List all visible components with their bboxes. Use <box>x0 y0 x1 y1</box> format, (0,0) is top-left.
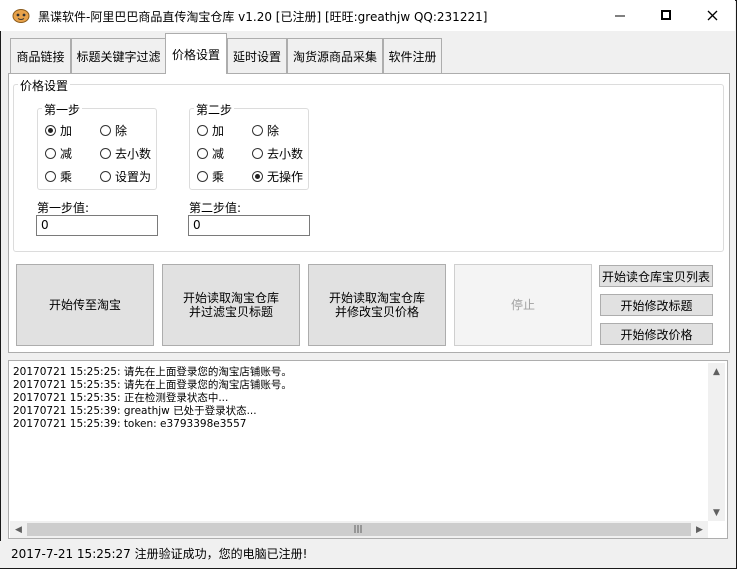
read-and-edit-prices-button[interactable]: 开始读取淘宝仓库 并修改宝贝价格 <box>308 264 446 346</box>
horizontal-scrollbar[interactable]: ◀ ▶ <box>10 521 708 538</box>
radio-label: 无操作 <box>267 170 304 184</box>
radio-checked-icon <box>45 125 56 136</box>
step2-remove-decimal-radio[interactable]: 去小数 <box>252 145 303 162</box>
step2-label: 第二步 <box>194 101 235 118</box>
step1-set-to-radio[interactable]: 设置为 <box>100 168 151 185</box>
button-label: 停止 <box>510 298 535 312</box>
radio-icon <box>197 148 208 159</box>
radio-checked-icon <box>252 171 263 182</box>
log-line: 20170721 15:25:35: 请先在上面登录您的淘宝店铺账号。 <box>13 379 292 391</box>
step2-subtract-radio[interactable]: 减 <box>197 145 224 162</box>
edit-prices-button[interactable]: 开始修改价格 <box>600 323 713 345</box>
radio-label: 减 <box>60 147 73 161</box>
step2-multiply-radio[interactable]: 乘 <box>197 168 224 185</box>
step2-value-input[interactable]: 0 <box>188 215 310 236</box>
step1-divide-radio[interactable]: 除 <box>100 122 127 139</box>
radio-label: 除 <box>115 124 128 138</box>
minimize-icon <box>614 15 625 16</box>
button-label-line1: 开始读取淘宝仓库 <box>328 291 425 305</box>
radio-icon <box>252 125 263 136</box>
step2-no-operation-radio[interactable]: 无操作 <box>252 168 303 185</box>
status-text: 2017-7-21 15:25:27 注册验证成功，您的电脑已注册! <box>11 547 308 561</box>
step1-value-label: 第一步值: <box>37 201 90 215</box>
read-and-filter-titles-button[interactable]: 开始读取淘宝仓库 并过滤宝贝标题 <box>162 264 300 346</box>
step2-value-label: 第二步值: <box>189 201 242 215</box>
button-label-line1: 开始读取淘宝仓库 <box>182 291 279 305</box>
read-warehouse-list-button[interactable]: 开始读仓库宝贝列表 <box>599 265 713 287</box>
step1-multiply-radio[interactable]: 乘 <box>45 168 72 185</box>
radio-label: 除 <box>267 124 280 138</box>
radio-label: 加 <box>212 124 225 138</box>
minimize-button[interactable] <box>597 0 643 30</box>
step1-value-input[interactable]: 0 <box>36 215 158 236</box>
scroll-up-icon[interactable]: ▲ <box>708 363 725 380</box>
tab-product-links[interactable]: 商品链接 <box>10 38 71 73</box>
radio-icon <box>45 171 56 182</box>
step2-divide-radio[interactable]: 除 <box>252 122 279 139</box>
tab-delay-settings[interactable]: 延时设置 <box>227 38 287 73</box>
radio-label: 加 <box>60 124 73 138</box>
close-button[interactable] <box>689 0 735 30</box>
grip-icon <box>354 525 362 533</box>
radio-icon <box>197 125 208 136</box>
radio-icon <box>100 148 111 159</box>
radio-label: 设置为 <box>115 170 152 184</box>
button-label-line2: 并过滤宝贝标题 <box>188 305 273 319</box>
scroll-left-icon[interactable]: ◀ <box>10 521 27 538</box>
radio-icon <box>100 125 111 136</box>
log-line: 20170721 15:25:39: token: e3793398e3557 <box>13 418 247 430</box>
window-title: 黑谍软件-阿里巴巴商品直传淘宝仓库 v1.20 [已注册] [旺旺:greath… <box>38 10 488 24</box>
stop-button[interactable]: 停止 <box>454 264 592 346</box>
app-logo-icon <box>12 9 30 23</box>
scroll-right-icon[interactable]: ▶ <box>691 521 708 538</box>
radio-icon <box>197 171 208 182</box>
button-label-line2: 并修改宝贝价格 <box>334 305 419 319</box>
maximize-button[interactable] <box>643 0 689 30</box>
radio-label: 去小数 <box>267 147 304 161</box>
log-line: 20170721 15:25:39: greathjw 已处于登录状态... <box>13 405 257 417</box>
step1-remove-decimal-radio[interactable]: 去小数 <box>100 145 151 162</box>
vertical-scrollbar[interactable]: ▲ ▼ <box>708 363 725 521</box>
close-icon <box>707 10 717 20</box>
step1-label: 第一步 <box>42 101 83 118</box>
upload-to-taobao-button[interactable]: 开始传至淘宝 <box>16 264 154 346</box>
log-line: 20170721 15:25:35: 正在检测登录状态中... <box>13 392 229 404</box>
tab-source-collection[interactable]: 淘货源商品采集 <box>287 38 383 73</box>
radio-icon <box>45 148 56 159</box>
scrollbar-thumb[interactable] <box>27 523 691 536</box>
maximize-icon <box>660 9 671 20</box>
radio-icon <box>100 171 111 182</box>
step1-subtract-radio[interactable]: 减 <box>45 145 72 162</box>
log-line: 20170721 15:25:25: 请先在上面登录您的淘宝店铺账号。 <box>13 366 292 378</box>
radio-label: 乘 <box>60 170 73 184</box>
tab-title-keyword-filter[interactable]: 标题关键字过滤 <box>71 38 166 73</box>
radio-icon <box>252 148 263 159</box>
scroll-down-icon[interactable]: ▼ <box>708 504 725 521</box>
tab-software-registration[interactable]: 软件注册 <box>383 38 442 73</box>
step2-add-radio[interactable]: 加 <box>197 122 224 139</box>
edit-titles-button[interactable]: 开始修改标题 <box>600 294 713 316</box>
step1-add-radio[interactable]: 加 <box>45 122 72 139</box>
button-label: 开始传至淘宝 <box>48 298 121 312</box>
radio-label: 去小数 <box>115 147 152 161</box>
radio-label: 减 <box>212 147 225 161</box>
tab-price-settings[interactable]: 价格设置 <box>165 33 227 74</box>
radio-label: 乘 <box>212 170 225 184</box>
price-settings-label: 价格设置 <box>18 77 71 94</box>
